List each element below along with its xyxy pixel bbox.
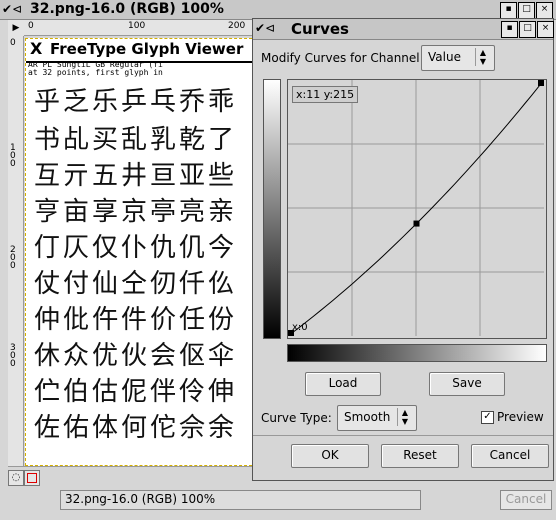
window-menu-icon[interactable]: ✔⊲ — [2, 2, 22, 16]
curves-titlebar[interactable]: ✔⊲ Curves ▪ □ × — [253, 19, 554, 40]
glyph-info: AR PL SungtiL GB Regular (fi at 32 point… — [28, 61, 163, 77]
channel-label: Modify Curves for Channel: — [261, 51, 424, 65]
image-menu-button[interactable]: ▶ — [8, 20, 24, 36]
updown-arrow-icon: ▲ ▼ — [397, 408, 412, 426]
image-canvas[interactable]: X FreeType Glyph Viewer AR PL SungtiL GB… — [25, 38, 257, 466]
quickmask-icon[interactable]: ◌ — [8, 470, 24, 486]
ruler-tick-label: 100 — [10, 143, 16, 169]
minimize-icon[interactable]: ▪ — [500, 2, 517, 19]
glyph-row: 互亓五井亘亚些 — [34, 161, 238, 191]
cancel-button[interactable]: Cancel — [471, 444, 549, 468]
ruler-tick-label: 200 — [10, 245, 16, 271]
preview-checkbox[interactable]: ✓ — [481, 411, 494, 424]
zero-label: x:0 — [292, 322, 308, 333]
curve-type-label: Curve Type: — [261, 411, 332, 425]
status-bar: ◌ 32.png-16.0 (RGB) 100% Cancel — [0, 470, 556, 520]
window-menu-icon[interactable]: ✔⊲ — [255, 21, 275, 35]
glyph-row: 乎乏乐乒乓乔乖 — [34, 87, 238, 117]
updown-arrow-icon: ▲ ▼ — [475, 48, 490, 66]
glyph-viewer-title: FreeType Glyph Viewer — [50, 40, 244, 58]
glyph-row: 伫伯估伲伴伶伸 — [34, 377, 238, 407]
curve-control-point[interactable] — [538, 80, 544, 86]
curve-graph[interactable]: x:11 y:215 x:0 — [287, 79, 547, 339]
status-cancel-button[interactable]: Cancel — [500, 490, 552, 510]
reset-button[interactable]: Reset — [381, 444, 459, 468]
curve-svg[interactable] — [288, 80, 544, 336]
curves-dialog: ✔⊲ Curves ▪ □ × Modify Curves for Channe… — [252, 18, 554, 481]
glyph-row: 佐佑体何佗佘余 — [34, 413, 238, 443]
glyph-row: 亨亩享京亭亮亲 — [34, 197, 238, 227]
channel-value: Value — [428, 50, 461, 64]
input-gradient-bar — [287, 344, 547, 362]
maximize-icon[interactable]: □ — [518, 2, 535, 19]
maximize-icon[interactable]: □ — [519, 21, 536, 38]
close-icon[interactable]: × — [536, 2, 553, 19]
ruler-tick-label: 0 — [28, 21, 34, 31]
glyph-row: 仲仳仵件价任份 — [34, 305, 238, 335]
status-text: 32.png-16.0 (RGB) 100% — [60, 490, 421, 510]
red-square-icon — [27, 473, 37, 483]
ok-button[interactable]: OK — [291, 444, 369, 468]
glyph-row: 仃仄仅仆仇仉今 — [34, 233, 238, 263]
ruler-tick-label: 100 — [128, 21, 146, 31]
glyph-info-line: at 32 points, first glyph in — [28, 68, 163, 77]
minimize-icon[interactable]: ▪ — [501, 21, 518, 38]
ruler-tick-label: 200 — [228, 21, 246, 31]
glyph-row: 休众优伙会伛伞 — [34, 341, 238, 371]
save-button[interactable]: Save — [429, 372, 505, 396]
close-icon[interactable]: × — [537, 21, 554, 38]
coordinate-readout: x:11 y:215 — [292, 86, 359, 103]
ruler-tick-label: 0 — [10, 38, 16, 48]
load-button[interactable]: Load — [305, 372, 381, 396]
divider — [253, 435, 553, 436]
quickmask-toggle[interactable] — [24, 470, 40, 486]
vertical-ruler[interactable]: 0 100 200 300 — [8, 36, 24, 466]
channel-select[interactable]: Value ▲ ▼ — [421, 45, 495, 71]
image-window-title: 32.png-16.0 (RGB) 100% — [30, 1, 224, 17]
glyph-row: 书乩买乱乳乾了 — [34, 125, 238, 155]
curve-control-point[interactable] — [413, 220, 420, 227]
x-logo-icon: X — [30, 39, 43, 58]
image-window-titlebar[interactable]: ✔⊲ 32.png-16.0 (RGB) 100% ▪ □ × — [0, 0, 556, 20]
output-gradient-bar — [263, 79, 281, 339]
curves-title: Curves — [291, 20, 349, 38]
preview-label[interactable]: Preview — [497, 410, 544, 424]
curve-type-select[interactable]: Smooth ▲ ▼ — [337, 405, 417, 431]
glyph-row: 仗付仙仝仞仟仫 — [34, 269, 238, 299]
curve-type-value: Smooth — [344, 410, 391, 424]
ruler-tick-label: 300 — [10, 343, 16, 369]
